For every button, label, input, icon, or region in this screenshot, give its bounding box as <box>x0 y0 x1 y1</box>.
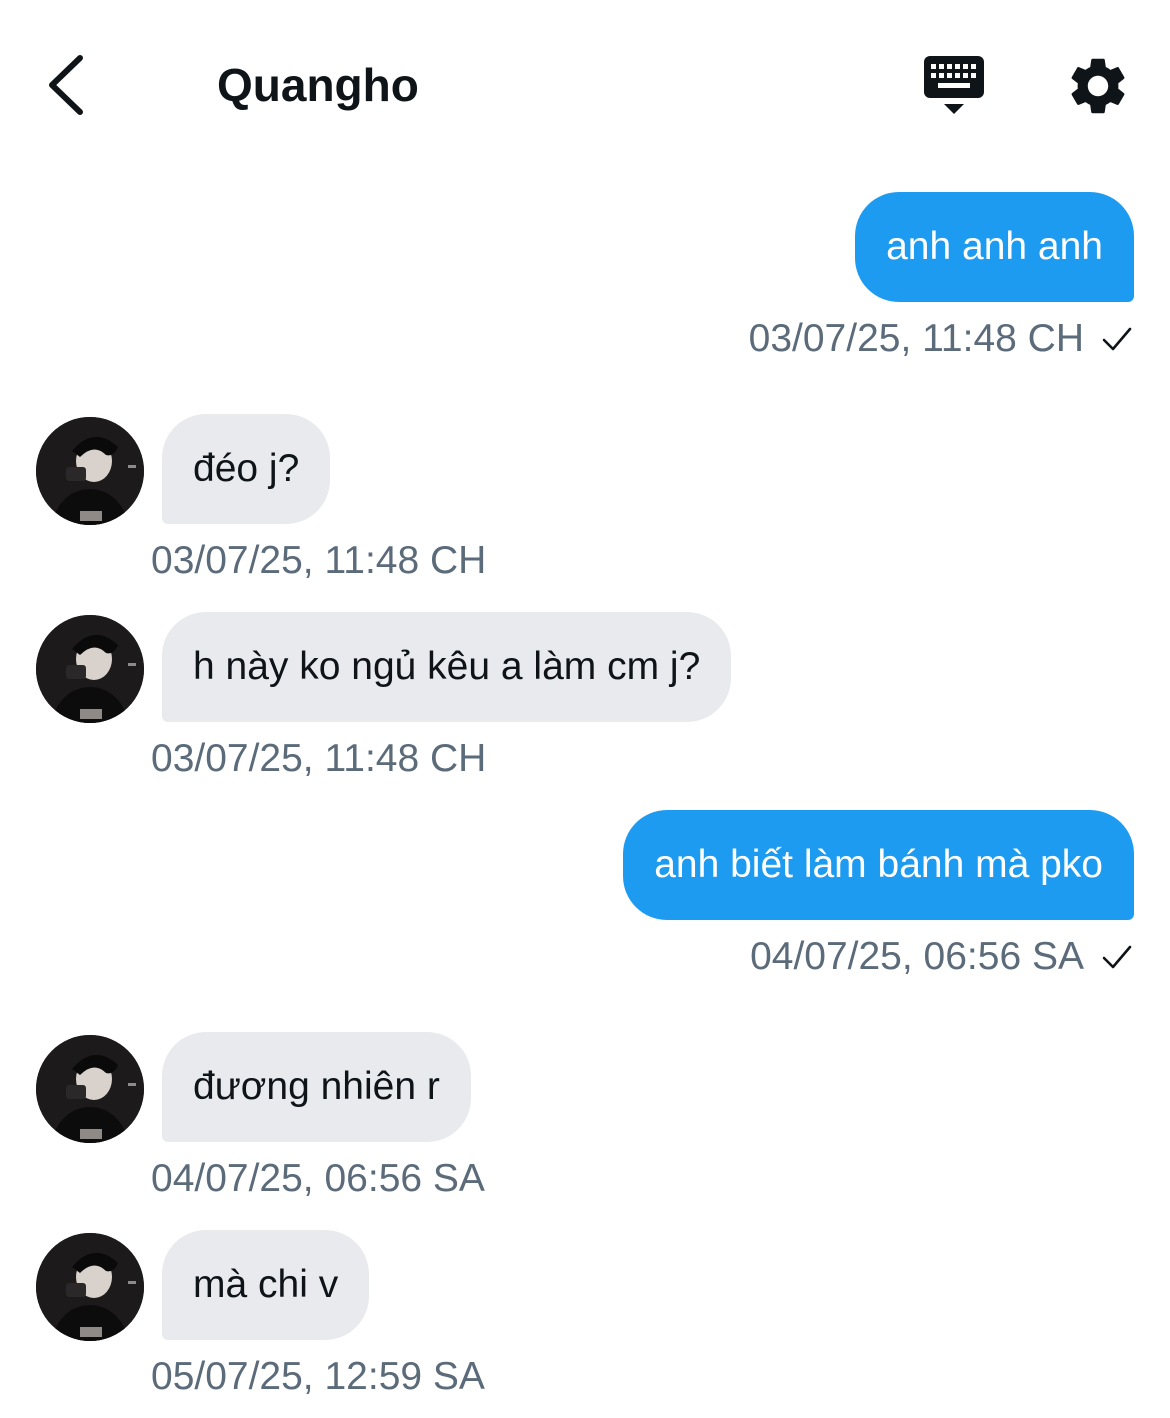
settings-button[interactable] <box>1064 52 1132 120</box>
keyboard-icon <box>924 56 984 114</box>
gear-icon <box>1071 58 1125 114</box>
message-bubble[interactable]: anh biết làm bánh mà pko <box>623 810 1134 920</box>
message-timestamp: 03/07/25, 11:48 CH <box>151 539 487 582</box>
keyboard-toggle-button[interactable] <box>918 52 990 118</box>
message-bubble[interactable]: đương nhiên r <box>162 1032 471 1142</box>
message-timestamp: 03/07/25, 11:48 CH <box>151 737 487 780</box>
message-meta: 04/07/25, 06:56 SA <box>750 934 1134 980</box>
conversation-title[interactable]: Quangho <box>217 58 419 112</box>
message-timestamp: 05/07/25, 12:59 SA <box>151 1355 485 1398</box>
message-bubble[interactable]: h này ko ngủ kêu a làm cm j? <box>162 612 732 722</box>
message-bubble[interactable]: anh anh anh <box>855 192 1134 302</box>
avatar[interactable] <box>36 1035 144 1143</box>
avatar[interactable] <box>36 1233 144 1341</box>
message-bubble[interactable]: đéo j? <box>162 414 331 524</box>
avatar[interactable] <box>36 417 144 525</box>
message-meta: 03/07/25, 11:48 CH <box>749 316 1134 362</box>
avatar[interactable] <box>36 615 144 723</box>
message-timestamp: 03/07/25, 11:48 CH <box>748 317 1084 360</box>
message-timestamp: 04/07/25, 06:56 SA <box>151 1157 485 1200</box>
check-icon <box>1102 327 1132 351</box>
conversation-header: Quangho <box>0 0 1170 170</box>
check-icon <box>1102 945 1132 969</box>
back-button[interactable] <box>36 44 100 124</box>
message-bubble[interactable]: mà chi v <box>162 1230 370 1340</box>
chevron-left-icon <box>49 55 83 115</box>
message-timestamp: 04/07/25, 06:56 SA <box>750 935 1084 978</box>
